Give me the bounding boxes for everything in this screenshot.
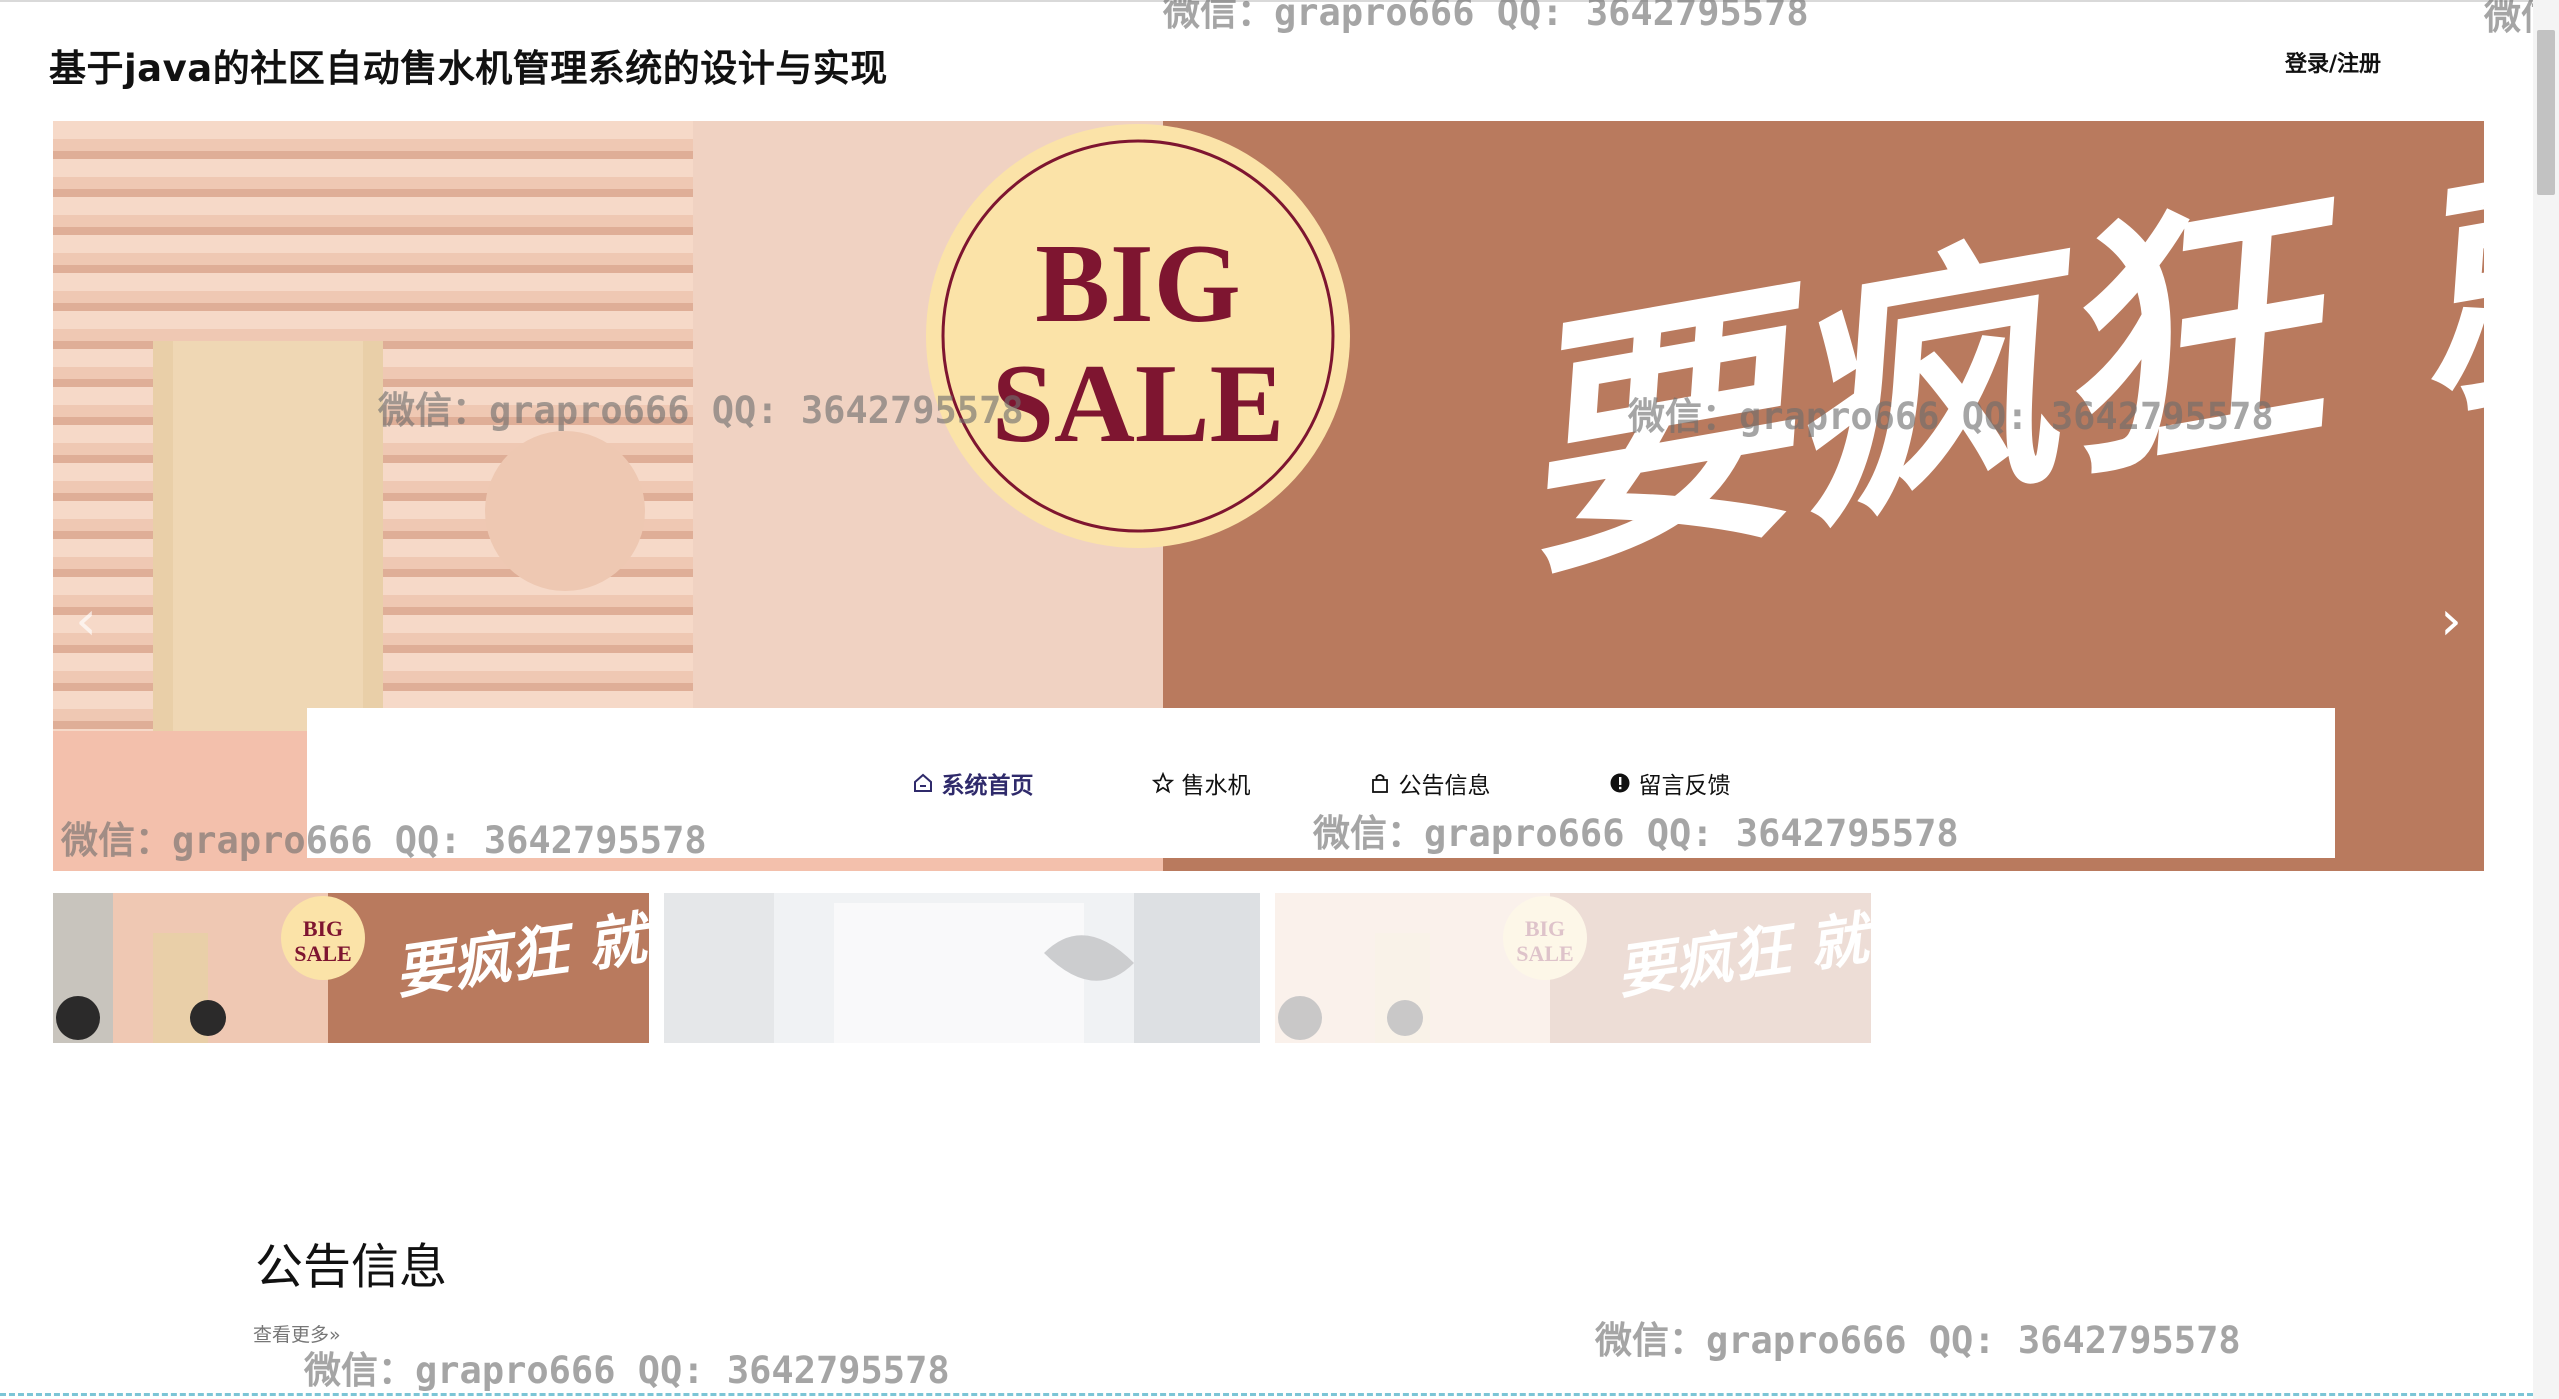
view-more-link[interactable]: 查看更多» (253, 1320, 341, 1347)
thumbnail-image: BIG SALE 要疯狂 就彻底 (1275, 893, 1871, 1043)
banner-carousel[interactable]: BIG SALE 要疯狂 就彻底 ‹ › 系统首页 售水机 公告信息 留言反馈 (53, 121, 2484, 871)
thumbnail-sale-text: BIG (303, 916, 343, 941)
scrollbar-track[interactable] (2533, 0, 2559, 1399)
site-title: 基于java的社区自动售水机管理系统的设计与实现 (49, 47, 888, 90)
watermark: 微信：grapro666 QQ: 3642795578 (1163, 0, 1809, 34)
notice-section-title: 公告信息 (255, 1239, 448, 1295)
thumbnail-sale-text: BIG (1525, 916, 1565, 941)
carousel-thumbnails: BIG SALE 要疯狂 就彻底 BIG SALE 要疯狂 就彻底 (53, 893, 1871, 1043)
main-nav: 系统首页 售水机 公告信息 留言反馈 (307, 708, 2335, 858)
nav-item-label: 公告信息 (1398, 773, 1491, 799)
thumbnail-sale-text: SALE (294, 941, 351, 966)
thumbnail-image: BIG SALE 要疯狂 就彻底 (53, 893, 649, 1043)
carousel-thumbnail-1[interactable]: BIG SALE 要疯狂 就彻底 (53, 893, 649, 1043)
bottom-dashed-divider (0, 1393, 2533, 1396)
banner-sale-text-line2: SALE (992, 342, 1285, 466)
nav-item-label: 留言反馈 (1638, 773, 1731, 799)
nav-item-feedback[interactable]: 留言反馈 (1609, 766, 1731, 800)
login-register-link[interactable]: 登录/注册 (2285, 46, 2381, 78)
scrollbar-thumb[interactable] (2537, 30, 2555, 195)
alert-circle-icon (1610, 773, 1629, 793)
watermark: 微信：grapro666 QQ: 3642795578 (1595, 1319, 2241, 1362)
nav-item-home[interactable]: 系统首页 (912, 766, 1034, 800)
top-border (0, 0, 2559, 2)
carousel-thumbnail-2[interactable] (664, 893, 1260, 1043)
thumbnail-image (664, 893, 1260, 1043)
banner-sale-text-line1: BIG (1035, 222, 1240, 346)
home-icon (913, 773, 932, 792)
watermark: 微信：grapro666 QQ: 3642795578 (304, 1349, 950, 1392)
nav-item-label: 售水机 (1181, 773, 1251, 799)
nav-item-notice[interactable]: 公告信息 (1369, 766, 1491, 800)
nav-item-label: 系统首页 (941, 773, 1034, 799)
nav-item-water-machine[interactable]: 售水机 (1151, 766, 1251, 800)
carousel-next-button[interactable]: › (2426, 581, 2476, 661)
carousel-thumbnail-3[interactable]: BIG SALE 要疯狂 就彻底 (1275, 893, 1871, 1043)
bag-icon (1371, 774, 1388, 793)
thumbnail-sale-text: SALE (1516, 941, 1573, 966)
star-icon (1151, 772, 1174, 794)
carousel-prev-button[interactable]: ‹ (61, 581, 111, 661)
